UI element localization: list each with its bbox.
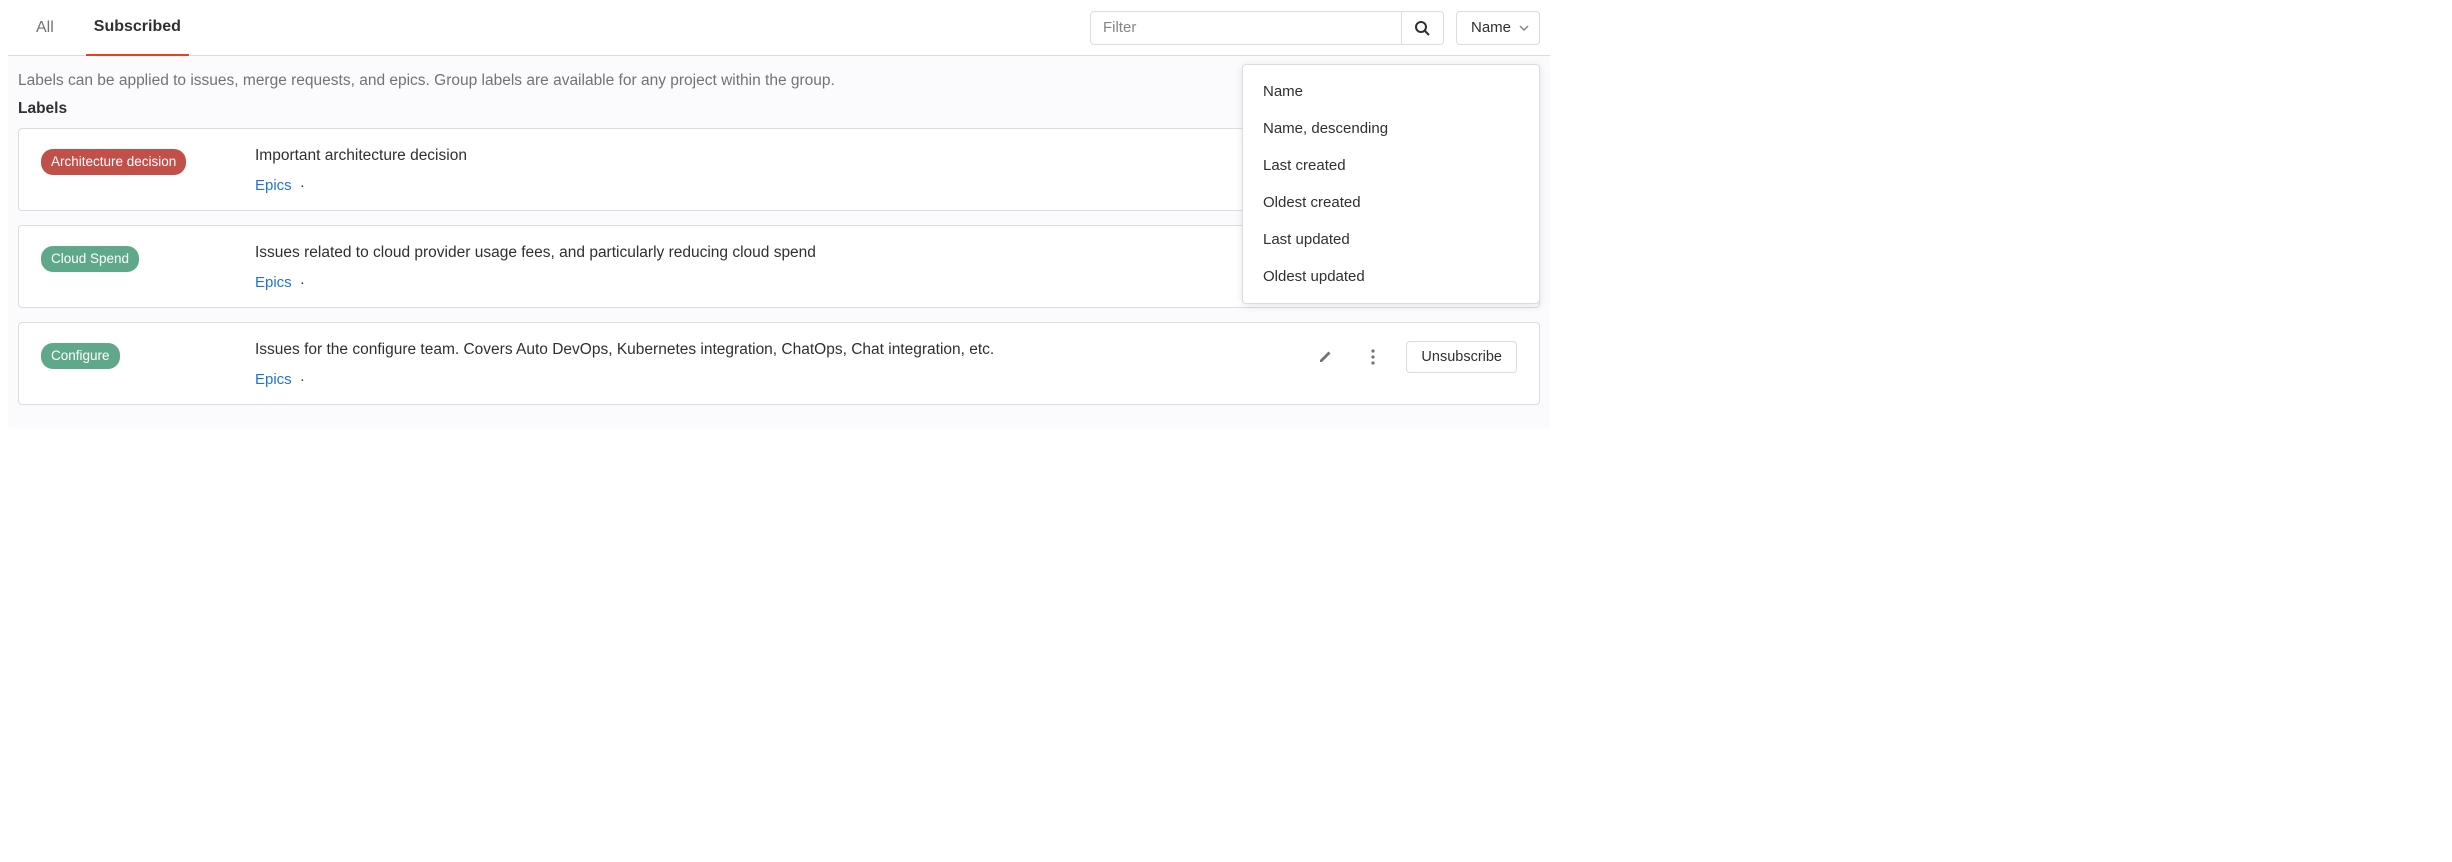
- label-card: Configure Issues for the configure team. …: [18, 322, 1540, 405]
- label-pill-area: Configure: [41, 341, 255, 369]
- sort-option[interactable]: Last created: [1243, 147, 1539, 184]
- chevron-down-icon: [1519, 25, 1529, 31]
- label-meta: Epics ·: [255, 371, 1310, 388]
- label-body: Issues for the configure team. Covers Au…: [255, 341, 1310, 388]
- sort-selected-label: Name: [1471, 19, 1511, 36]
- epics-link[interactable]: Epics: [255, 177, 292, 194]
- top-bar: All Subscribed Name Name Name, desc: [8, 0, 1550, 56]
- kebab-icon: [1371, 349, 1375, 365]
- epics-link[interactable]: Epics: [255, 371, 292, 388]
- sort-option[interactable]: Oldest created: [1243, 184, 1539, 221]
- tabs: All Subscribed: [18, 0, 189, 55]
- unsubscribe-button[interactable]: Unsubscribe: [1406, 341, 1517, 373]
- sort-option[interactable]: Name: [1243, 73, 1539, 110]
- label-description: Issues for the configure team. Covers Au…: [255, 341, 1310, 359]
- label-pill[interactable]: Architecture decision: [41, 149, 186, 175]
- search-button[interactable]: [1401, 12, 1443, 44]
- separator: ·: [296, 371, 305, 388]
- label-pill-area: Architecture decision: [41, 147, 255, 175]
- sort-dropdown-menu: Name Name, descending Last created Oldes…: [1242, 64, 1540, 304]
- search-icon: [1414, 20, 1430, 36]
- filter-input[interactable]: [1091, 12, 1401, 44]
- label-pill[interactable]: Cloud Spend: [41, 246, 139, 272]
- tab-subscribed[interactable]: Subscribed: [86, 0, 189, 56]
- edit-button[interactable]: [1310, 342, 1340, 372]
- label-actions: Unsubscribe: [1310, 341, 1517, 373]
- filter-wrap: Name: [1090, 3, 1540, 53]
- sort-option[interactable]: Name, descending: [1243, 110, 1539, 147]
- sort-option[interactable]: Oldest updated: [1243, 258, 1539, 295]
- pencil-icon: [1317, 349, 1333, 365]
- sort-dropdown-button[interactable]: Name: [1456, 11, 1540, 45]
- epics-link[interactable]: Epics: [255, 274, 292, 291]
- more-actions-button[interactable]: [1358, 342, 1388, 372]
- filter-group: [1090, 11, 1444, 45]
- label-pill[interactable]: Configure: [41, 343, 120, 369]
- separator: ·: [296, 274, 305, 291]
- sort-option[interactable]: Last updated: [1243, 221, 1539, 258]
- label-pill-area: Cloud Spend: [41, 244, 255, 272]
- tab-all[interactable]: All: [28, 1, 62, 55]
- separator: ·: [296, 177, 305, 194]
